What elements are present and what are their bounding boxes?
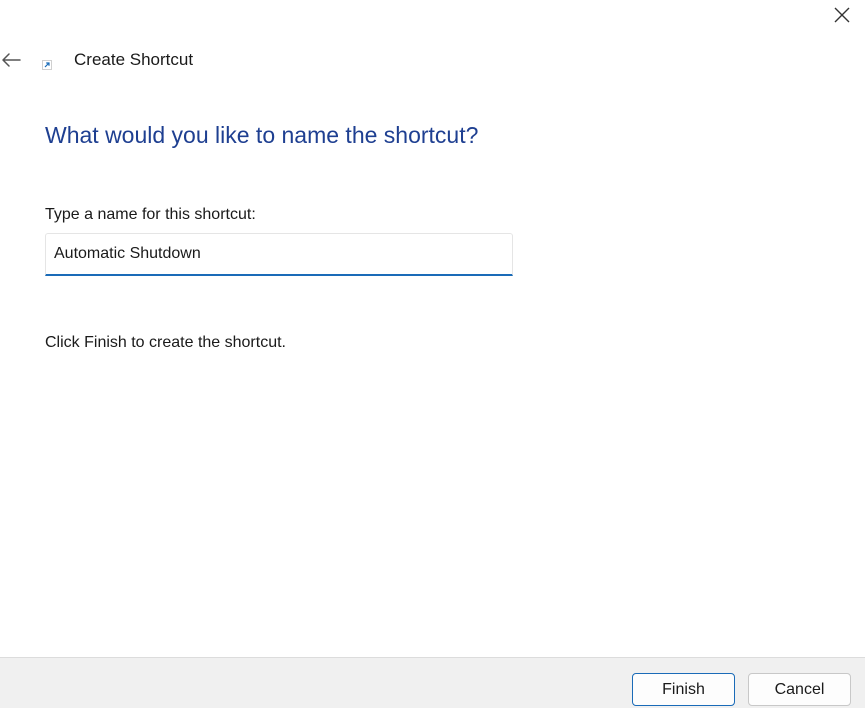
close-icon — [834, 7, 850, 23]
dialog-footer: Finish Cancel — [0, 657, 865, 708]
back-button[interactable] — [0, 48, 22, 72]
shortcut-icon — [42, 60, 52, 70]
cancel-button[interactable]: Cancel — [748, 673, 851, 706]
finish-button[interactable]: Finish — [632, 673, 735, 706]
page-heading: What would you like to name the shortcut… — [45, 122, 479, 148]
shortcut-name-input[interactable] — [45, 233, 513, 276]
shortcut-name-label: Type a name for this shortcut: — [45, 206, 256, 223]
back-arrow-icon — [2, 53, 21, 67]
close-button[interactable] — [826, 0, 858, 30]
create-shortcut-dialog: Create Shortcut What would you like to n… — [0, 0, 865, 708]
finish-instruction: Click Finish to create the shortcut. — [45, 334, 286, 351]
window-title: Create Shortcut — [74, 50, 194, 69]
